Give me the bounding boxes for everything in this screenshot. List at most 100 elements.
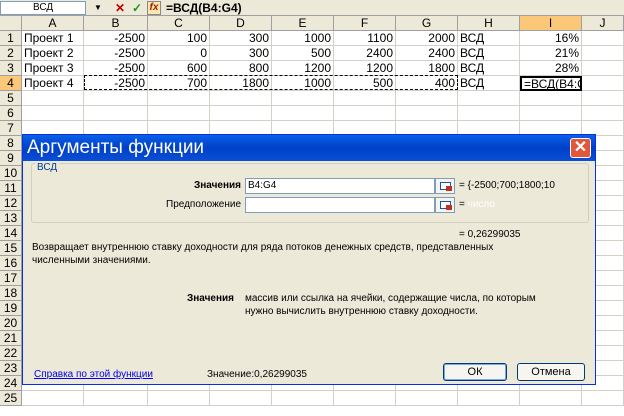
row-header-5[interactable]: 5 xyxy=(0,91,22,106)
row-header-3[interactable]: 3 xyxy=(0,61,22,76)
guess-input[interactable] xyxy=(245,197,435,213)
cell-e1[interactable]: 1000 xyxy=(272,31,334,46)
column-header-b[interactable]: B xyxy=(84,16,148,31)
cell-i1[interactable]: 16% xyxy=(520,31,582,46)
cell-h4[interactable]: ВСД xyxy=(458,76,520,91)
cell-b3[interactable]: -2500 xyxy=(84,61,148,76)
cell-f5[interactable] xyxy=(334,91,396,106)
cell-d6[interactable] xyxy=(210,106,272,121)
cell-h3[interactable]: ВСД xyxy=(458,61,520,76)
cell-a6[interactable] xyxy=(22,106,84,121)
column-header-c[interactable]: C xyxy=(148,16,210,31)
row-header-24[interactable]: 24 xyxy=(0,376,22,391)
cell-j5[interactable] xyxy=(582,91,624,106)
cell-a2[interactable]: Проект 2 xyxy=(22,46,84,61)
help-link[interactable]: Справка по этой функции xyxy=(34,368,153,381)
cell-a5[interactable] xyxy=(22,91,84,106)
cell-d1[interactable]: 300 xyxy=(210,31,272,46)
cell-d5[interactable] xyxy=(210,91,272,106)
cell-g2[interactable]: 2400 xyxy=(396,46,458,61)
cell-c6[interactable] xyxy=(148,106,210,121)
row-header-10[interactable]: 10 xyxy=(0,166,22,181)
cell-i25[interactable] xyxy=(520,391,582,406)
active-cell[interactable]: =ВСД(B4:G4) xyxy=(520,76,582,91)
row-header-11[interactable]: 11 xyxy=(0,181,22,196)
cell-c2[interactable]: 0 xyxy=(148,46,210,61)
column-header-h[interactable]: H xyxy=(458,16,520,31)
cell-f4[interactable]: 500 xyxy=(334,76,396,91)
close-icon[interactable]: ✕ xyxy=(570,138,591,158)
name-box-dropdown-icon[interactable]: ▼ xyxy=(92,2,104,14)
column-header-e[interactable]: E xyxy=(272,16,334,31)
cell-h1[interactable]: ВСД xyxy=(458,31,520,46)
cell-h25[interactable] xyxy=(458,391,520,406)
row-header-16[interactable]: 16 xyxy=(0,256,22,271)
row-header-22[interactable]: 22 xyxy=(0,346,22,361)
cell-e6[interactable] xyxy=(272,106,334,121)
column-header-j[interactable]: J xyxy=(582,16,624,31)
cell-g6[interactable] xyxy=(396,106,458,121)
cell-b6[interactable] xyxy=(84,106,148,121)
row-header-7[interactable]: 7 xyxy=(0,121,22,136)
cell-a1[interactable]: Проект 1 xyxy=(22,31,84,46)
cell-j3[interactable] xyxy=(582,61,624,76)
cell-c5[interactable] xyxy=(148,91,210,106)
cell-j6[interactable] xyxy=(582,106,624,121)
cell-h5[interactable] xyxy=(458,91,520,106)
collapse-dialog-icon[interactable] xyxy=(435,178,455,194)
column-header-f[interactable]: F xyxy=(334,16,396,31)
cell-c4[interactable]: 700 xyxy=(148,76,210,91)
column-header-d[interactable]: D xyxy=(210,16,272,31)
row-header-20[interactable]: 20 xyxy=(0,316,22,331)
formula-input[interactable]: =ВСД(B4:G4) xyxy=(166,0,242,16)
select-all-corner[interactable] xyxy=(0,16,22,31)
cell-b5[interactable] xyxy=(84,91,148,106)
cell-b25[interactable] xyxy=(84,391,148,406)
cell-e3[interactable]: 1200 xyxy=(272,61,334,76)
row-header-14[interactable]: 14 xyxy=(0,226,22,241)
row-header-23[interactable]: 23 xyxy=(0,361,22,376)
column-header-g[interactable]: G xyxy=(396,16,458,31)
row-header-4[interactable]: 4 xyxy=(0,76,22,91)
cell-i2[interactable]: 21% xyxy=(520,46,582,61)
cell-b4[interactable]: -2500 xyxy=(84,76,148,91)
cell-c3[interactable]: 600 xyxy=(148,61,210,76)
cell-c25[interactable] xyxy=(148,391,210,406)
cell-i3[interactable]: 28% xyxy=(520,61,582,76)
row-header-18[interactable]: 18 xyxy=(0,286,22,301)
dialog-title[interactable]: Аргументы функции xyxy=(23,135,595,161)
cell-h6[interactable] xyxy=(458,106,520,121)
cell-i5[interactable] xyxy=(520,91,582,106)
cell-g4[interactable]: 400 xyxy=(396,76,458,91)
row-header-17[interactable]: 17 xyxy=(0,271,22,286)
cell-f25[interactable] xyxy=(334,391,396,406)
cell-g1[interactable]: 2000 xyxy=(396,31,458,46)
ok-button[interactable]: ОК xyxy=(443,363,507,381)
cell-j1[interactable] xyxy=(582,31,624,46)
cell-g5[interactable] xyxy=(396,91,458,106)
row-header-21[interactable]: 21 xyxy=(0,331,22,346)
cell-j4[interactable] xyxy=(582,76,624,91)
values-input[interactable]: B4:G4 xyxy=(245,178,435,194)
cell-e25[interactable] xyxy=(272,391,334,406)
cell-d25[interactable] xyxy=(210,391,272,406)
cell-g3[interactable]: 1800 xyxy=(396,61,458,76)
cell-f6[interactable] xyxy=(334,106,396,121)
cancel-formula-icon[interactable]: ✕ xyxy=(113,1,127,15)
cell-b2[interactable]: -2500 xyxy=(84,46,148,61)
cell-c1[interactable]: 100 xyxy=(148,31,210,46)
row-header-15[interactable]: 15 xyxy=(0,241,22,256)
cell-a4[interactable]: Проект 4 xyxy=(22,76,84,91)
insert-function-icon[interactable]: fx xyxy=(147,1,161,15)
cell-e4[interactable]: 1000 xyxy=(272,76,334,91)
cell-j2[interactable] xyxy=(582,46,624,61)
enter-formula-icon[interactable]: ✓ xyxy=(130,1,144,15)
row-header-25[interactable]: 25 xyxy=(0,391,22,406)
cell-a25[interactable] xyxy=(22,391,84,406)
cell-i6[interactable] xyxy=(520,106,582,121)
cell-f2[interactable]: 2400 xyxy=(334,46,396,61)
cell-j25[interactable] xyxy=(582,391,624,406)
cancel-button[interactable]: Отмена xyxy=(517,363,585,381)
cell-e5[interactable] xyxy=(272,91,334,106)
cell-g25[interactable] xyxy=(396,391,458,406)
